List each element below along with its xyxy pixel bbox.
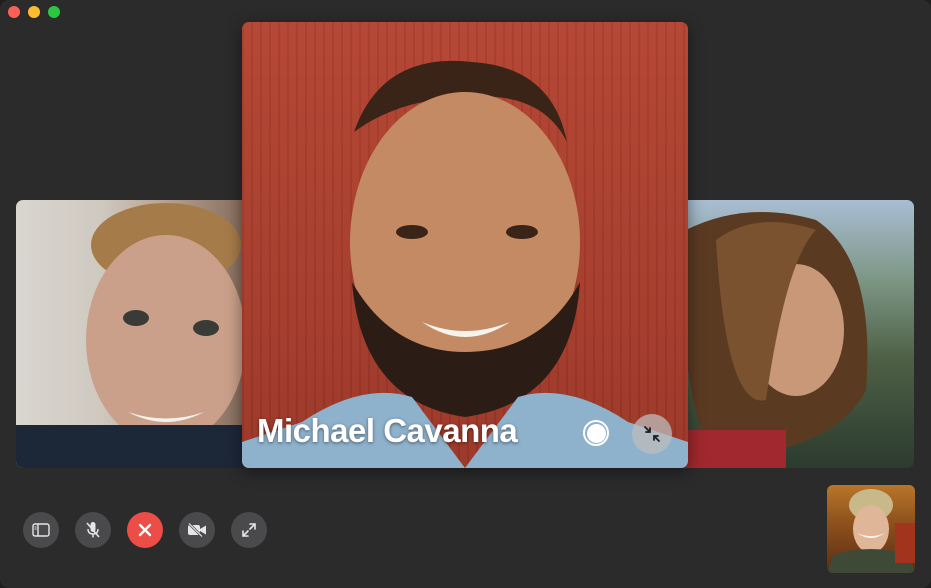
- participant-tile-right[interactable]: [676, 200, 914, 468]
- x-icon: [138, 523, 152, 537]
- window-controls: [8, 6, 60, 18]
- close-window-button[interactable]: [8, 6, 20, 18]
- participant-name-label: Michael Cavanna: [257, 412, 518, 449]
- live-photo-capture-icon: [583, 420, 609, 446]
- collapse-arrows-icon: [644, 426, 660, 442]
- participant-video-main: [242, 60, 688, 468]
- zoom-window-button[interactable]: [48, 6, 60, 18]
- participant-tile-main[interactable]: Michael Cavanna: [242, 22, 688, 468]
- mute-button[interactable]: [75, 512, 111, 548]
- minimize-window-button[interactable]: [28, 6, 40, 18]
- microphone-slash-icon: [86, 522, 100, 538]
- fullscreen-button[interactable]: [231, 512, 267, 548]
- collapse-tile-button[interactable]: [632, 414, 672, 454]
- video-off-button[interactable]: [179, 512, 215, 548]
- sidebar-button[interactable]: [23, 512, 59, 548]
- facetime-window: Michael Cavanna: [0, 0, 931, 588]
- participant-video-left: [16, 203, 258, 468]
- sidebar-icon: [32, 523, 50, 537]
- end-call-button[interactable]: [127, 512, 163, 548]
- self-view-video: [827, 489, 915, 573]
- expand-arrows-icon: [242, 523, 256, 537]
- participant-tile-left[interactable]: [16, 200, 258, 468]
- participant-video-right: [676, 212, 868, 468]
- video-slash-icon: [188, 523, 206, 537]
- live-photo-button[interactable]: [580, 417, 612, 449]
- self-view-tile[interactable]: [827, 485, 915, 573]
